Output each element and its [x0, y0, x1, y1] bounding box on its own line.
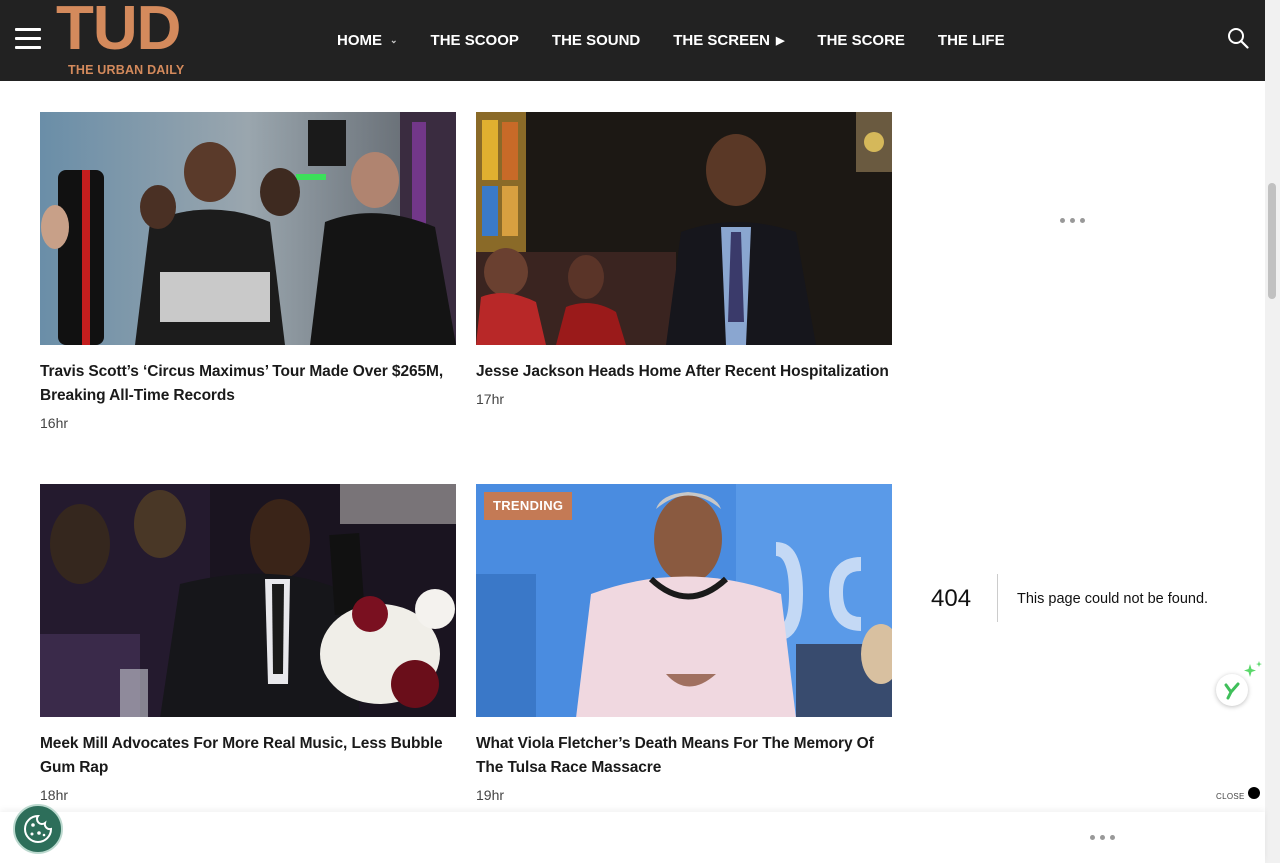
trending-badge: TRENDING — [484, 492, 573, 520]
sparkle-icon — [1244, 661, 1262, 677]
search-icon[interactable] — [1227, 27, 1249, 49]
article-image[interactable]: TRENDING — [476, 484, 892, 717]
site-logo[interactable]: TUD THE URBAN DAILY — [56, 0, 208, 78]
hamburger-menu-icon[interactable] — [15, 28, 41, 49]
article-image[interactable] — [40, 484, 456, 717]
nav-item-label: THE SCORE — [817, 31, 905, 49]
article-title[interactable]: Jesse Jackson Heads Home After Recent Ho… — [476, 360, 892, 384]
article-image[interactable] — [476, 112, 892, 345]
nav-item-label: THE LIFE — [937, 31, 1005, 49]
ad-close-label[interactable]: CLOSE — [1216, 792, 1245, 801]
nav-item-label: THE SCOOP — [430, 31, 519, 49]
article-timestamp: 18hr — [40, 787, 69, 803]
cookie-icon — [24, 814, 53, 843]
article-title[interactable]: Meek Mill Advocates For More Real Music,… — [40, 732, 456, 780]
article-title[interactable]: What Viola Fletcher’s Death Means For Th… — [476, 732, 892, 780]
article-timestamp: 16hr — [40, 415, 69, 431]
site-header: TUD THE URBAN DAILY HOME ⌄ THE SCOOP THE… — [0, 0, 1265, 81]
nav-item-label: HOME — [337, 31, 382, 49]
bottom-ad-bar — [0, 812, 1265, 863]
article-card[interactable]: Meek Mill Advocates For More Real Music,… — [40, 484, 456, 803]
article-card[interactable]: Jesse Jackson Heads Home After Recent Ho… — [476, 112, 892, 407]
error-code: 404 — [931, 585, 972, 612]
nav-item-the-sound[interactable]: THE SOUND — [552, 32, 640, 49]
article-title[interactable]: Travis Scott’s ‘Circus Maximus’ Tour Mad… — [40, 360, 456, 408]
nav-item-label: THE SOUND — [551, 31, 641, 49]
logo-mark: TUD — [56, 0, 181, 63]
error-message: This page could not be found. — [1017, 591, 1209, 607]
article-card[interactable]: Travis Scott’s ‘Circus Maximus’ Tour Mad… — [40, 112, 456, 431]
article-timestamp: 19hr — [476, 787, 505, 803]
scrollbar-thumb[interactable] — [1268, 183, 1276, 299]
ad-loading-indicator — [1060, 218, 1085, 223]
error-divider — [997, 574, 998, 622]
nav-item-the-score[interactable]: THE SCORE — [817, 32, 905, 49]
page-scrollbar[interactable] — [1265, 0, 1280, 863]
play-icon: ▶ — [775, 34, 785, 47]
nav-item-label: THE SCREEN — [673, 31, 770, 49]
ad-loading-indicator — [1090, 835, 1115, 840]
page: TUD THE URBAN DAILY HOME ⌄ THE SCOOP THE… — [0, 0, 1280, 863]
nav-item-the-screen[interactable]: THE SCREEN ▶ — [673, 32, 784, 49]
article-image[interactable] — [40, 112, 456, 345]
cookie-settings-button[interactable] — [13, 804, 63, 854]
nav-item-home[interactable]: HOME ⌄ — [337, 32, 398, 49]
nav-item-the-life[interactable]: THE LIFE — [938, 32, 1005, 49]
chevron-down-icon: ⌄ — [390, 34, 398, 45]
logo-tagline: THE URBAN DAILY — [68, 63, 185, 77]
article-card[interactable]: TRENDING What Viola Fletcher’s Death Mea… — [476, 484, 892, 803]
article-timestamp: 17hr — [476, 391, 505, 407]
ad-close-button[interactable] — [1248, 787, 1260, 799]
main-nav: HOME ⌄ THE SCOOP THE SOUND THE SCREEN ▶ … — [337, 30, 1038, 50]
nav-item-the-scoop[interactable]: THE SCOOP — [431, 32, 519, 49]
